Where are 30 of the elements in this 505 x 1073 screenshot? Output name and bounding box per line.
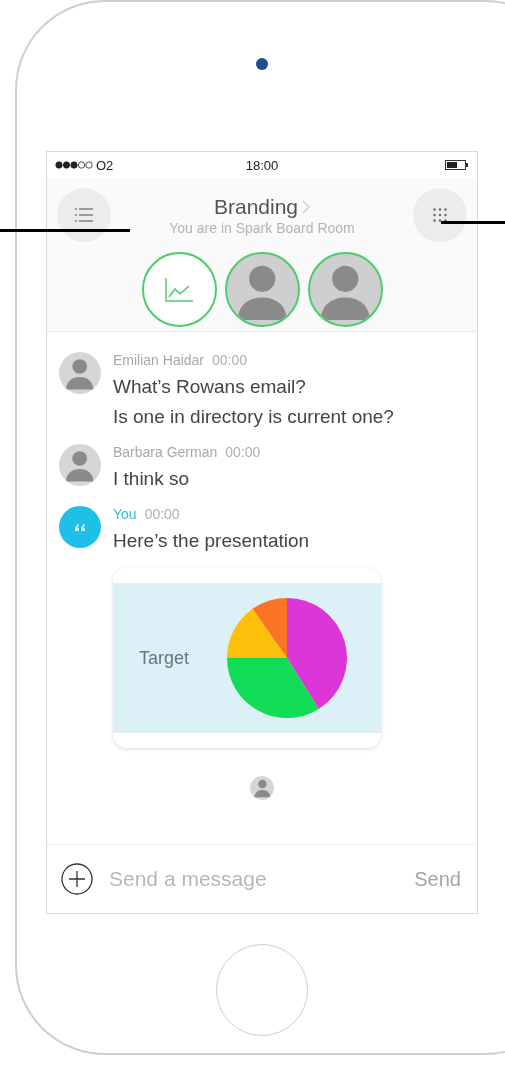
message-time: 00:00 (212, 352, 248, 368)
line-chart-icon (165, 277, 193, 302)
message-text: I think so (113, 468, 191, 490)
grid-icon (433, 208, 447, 222)
quote-icon (75, 523, 85, 531)
send-button[interactable]: Send (414, 867, 461, 891)
leader-line (441, 221, 505, 224)
message-text: What’s Rowans email? (113, 376, 307, 398)
author-name: You (113, 506, 137, 522)
carrier-name: O2 (96, 157, 114, 173)
room-title: Branding (213, 194, 299, 219)
clock-time: 18:00 (245, 157, 279, 173)
battery-icon (445, 160, 469, 170)
message-time: 00:00 (144, 506, 180, 522)
room-subtitle: You are in Spark Board Room (169, 219, 355, 236)
person-silhouette-icon (65, 448, 95, 482)
message-time: 00:00 (225, 444, 261, 460)
message-input[interactable]: Send a message (107, 866, 401, 892)
plus-icon[interactable] (61, 863, 93, 895)
signal-icon (55, 161, 93, 169)
list-icon (75, 208, 93, 222)
chevron-right-icon (302, 199, 311, 214)
message-text: Here’s the presentation (113, 530, 311, 552)
author-name: Emilian Haidar (113, 352, 205, 368)
author-name: Barbara German (113, 444, 218, 460)
slide-label: Target (139, 647, 190, 669)
person-silhouette-icon (65, 356, 95, 390)
slide-attachment-card[interactable]: Target (113, 568, 381, 748)
message-text: Is one in directory is current one? (113, 406, 394, 428)
camera-icon (256, 58, 268, 70)
